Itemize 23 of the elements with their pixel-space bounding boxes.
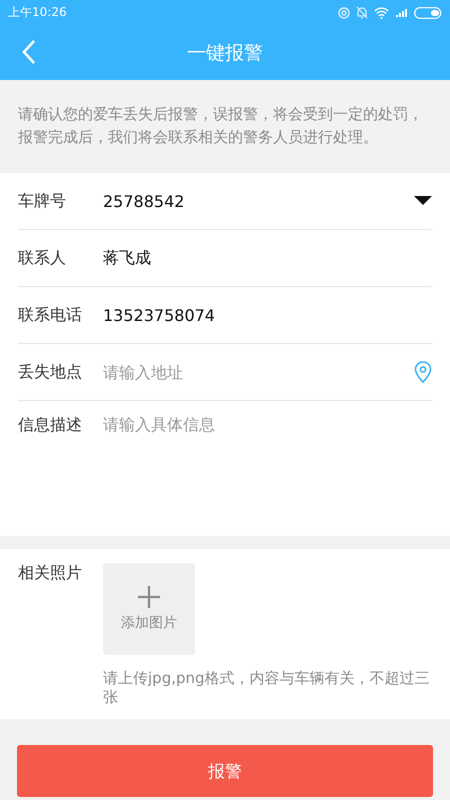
field-label: 联系人	[18, 248, 67, 268]
battery-icon	[414, 6, 442, 18]
wifi-icon	[374, 6, 389, 18]
upload-hint: 请上传jpg,png格式，内容与车辆有关，不超过三张	[103, 669, 431, 707]
field-label: 车牌号	[18, 190, 67, 212]
ring-icon	[338, 6, 350, 18]
page-title: 一键报警	[187, 40, 263, 66]
input-field[interactable]: 13523758074	[103, 306, 432, 324]
input-field[interactable]: 请输入地址	[103, 362, 414, 382]
input-field[interactable]: 蒋飞成	[103, 248, 432, 268]
plus-icon	[138, 586, 160, 608]
field-label: 信息描述	[18, 415, 83, 436]
dropdown-arrow-icon[interactable]	[414, 196, 432, 206]
notice-text: 请确认您的爱车丢失后报警，误报警，将会受到一定的处罚，报警完成后，我们将会联系相关的警务人员进行处理。	[17, 104, 424, 148]
location-pin-icon[interactable]	[414, 361, 432, 383]
input-field[interactable]: 25788542	[103, 192, 414, 210]
back-chevron-icon	[22, 39, 36, 65]
muted-bell-icon	[356, 6, 368, 19]
field-label: 联系电话	[18, 304, 83, 326]
field-label: 丢失地点	[18, 362, 83, 382]
signal-icon	[395, 8, 408, 18]
field-label: 相关照片	[18, 563, 83, 584]
status-time: 上午10:26	[8, 4, 67, 21]
